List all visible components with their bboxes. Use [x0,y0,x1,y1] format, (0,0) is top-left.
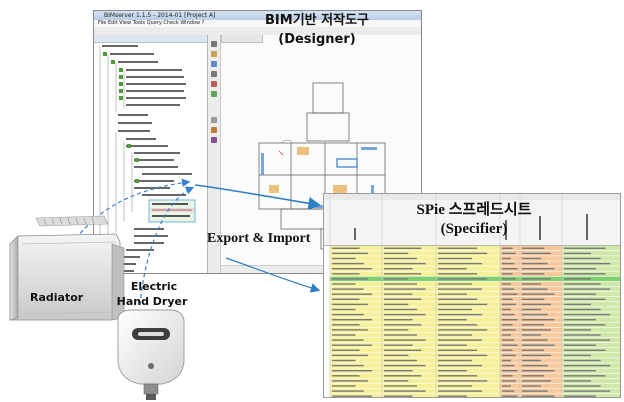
dryer-label-line1: Electric [130,280,178,293]
export-import-arrow [225,257,321,293]
callout-arrow-export [194,184,322,210]
export-import-label: Export & Import [207,231,311,246]
radiator-label: Radiator [30,291,84,304]
connector-arrows [59,178,322,306]
hand-dryer-image [117,309,185,400]
dryer-label-line2: Hand Dryer [116,295,188,308]
